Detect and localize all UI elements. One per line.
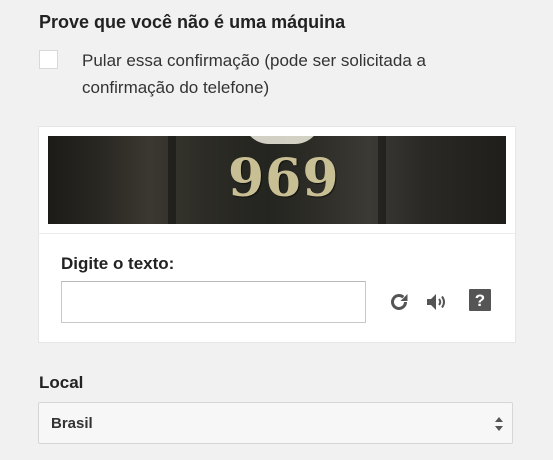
svg-text:?: ? [475,291,485,310]
audio-icon[interactable] [422,288,450,316]
captcha-divider [39,233,515,234]
skip-verification-label[interactable]: Pular essa confirmação (pode ser solicit… [82,47,512,101]
captcha-input[interactable] [61,281,366,323]
signup-form-section: Prove que você não é uma máquina Pular e… [0,0,553,460]
help-icon[interactable]: ? [466,286,494,314]
captcha-image-glare [243,136,321,144]
location-select[interactable]: Brasil [38,402,513,444]
captcha-image: 969 [48,136,506,224]
captcha-input-label: Digite o texto: [61,254,175,273]
verification-heading: Prove que você não é uma máquina [39,12,346,32]
captcha-image-text: 969 [228,148,340,209]
location-label: Local [39,373,84,392]
captcha-card: 969 Digite o texto: ? [38,126,516,343]
skip-verification-checkbox[interactable] [39,50,58,69]
refresh-icon[interactable] [385,288,413,316]
select-arrows-icon [495,417,503,431]
captcha-image-shadow [168,136,176,224]
captcha-image-shadow [378,136,386,224]
location-select-value: Brasil [51,415,93,432]
